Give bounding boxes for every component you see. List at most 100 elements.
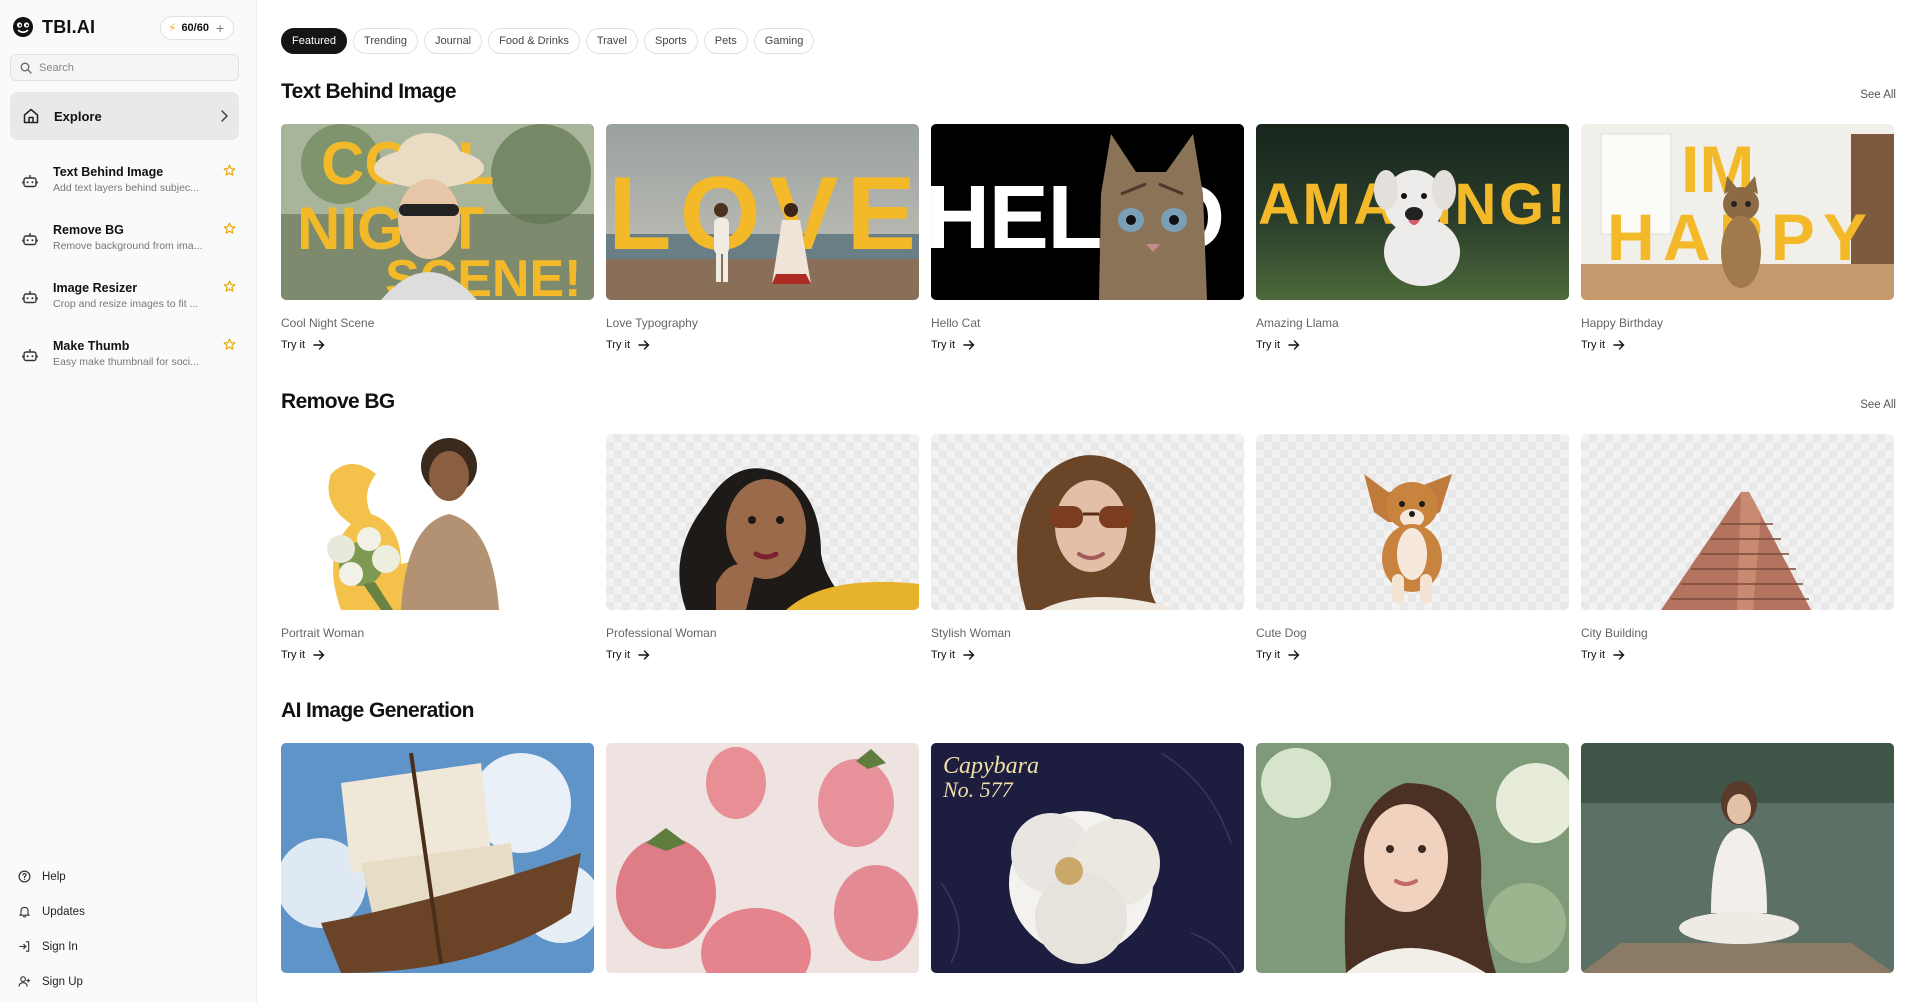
star-icon[interactable] bbox=[223, 164, 236, 177]
chip-pets[interactable]: Pets bbox=[703, 28, 748, 54]
card-title: City Building bbox=[1581, 626, 1648, 640]
sidebar-item-text-behind-image[interactable]: Text Behind Image Add text layers behind… bbox=[10, 162, 239, 208]
template-card[interactable]: IM HAPPY Happy Birthday Try it bbox=[1581, 124, 1894, 351]
card-thumbnail[interactable]: COOL NIGHT SCENE! bbox=[281, 124, 594, 300]
template-card[interactable] bbox=[606, 743, 919, 973]
star-icon[interactable] bbox=[223, 338, 236, 351]
section-title-ai-image-generation: AI Image Generation bbox=[281, 699, 474, 722]
try-it-label: Try it bbox=[1581, 339, 1606, 351]
template-card[interactable]: City Building Try it bbox=[1581, 434, 1894, 661]
bolt-icon: ⚡ bbox=[168, 21, 177, 35]
template-card[interactable]: Cute Dog Try it bbox=[1256, 434, 1569, 661]
stylish-woman-image bbox=[1017, 455, 1181, 610]
sidebar-link-updates[interactable]: Updates bbox=[10, 895, 239, 928]
template-card[interactable]: Stylish Woman Try it bbox=[931, 434, 1244, 661]
chip-trending[interactable]: Trending bbox=[353, 28, 419, 54]
try-it-button[interactable]: Try it bbox=[606, 339, 919, 351]
try-it-button[interactable]: Try it bbox=[1256, 339, 1569, 351]
woman-in-garden-image bbox=[1256, 743, 1569, 973]
try-it-button[interactable]: Try it bbox=[1581, 339, 1894, 351]
sign-in-icon bbox=[19, 941, 30, 952]
try-it-label: Try it bbox=[1256, 649, 1281, 661]
see-all-link[interactable]: See All bbox=[1860, 399, 1896, 411]
try-it-button[interactable]: Try it bbox=[606, 649, 919, 661]
chip-featured[interactable]: Featured bbox=[281, 28, 348, 54]
robot-icon bbox=[22, 233, 38, 246]
card-thumbnail[interactable] bbox=[1581, 434, 1894, 610]
search-box[interactable] bbox=[10, 54, 239, 81]
brand[interactable]: TBI.AI bbox=[12, 16, 95, 38]
template-card[interactable] bbox=[281, 743, 594, 973]
search-input[interactable] bbox=[39, 61, 229, 74]
star-icon[interactable] bbox=[223, 280, 236, 293]
tool-description: Crop and resize images to fit ... bbox=[53, 298, 199, 310]
card-thumbnail[interactable] bbox=[281, 743, 594, 973]
template-card[interactable]: LOVE Love Typography Try it bbox=[606, 124, 919, 351]
card-thumbnail[interactable] bbox=[281, 434, 594, 610]
card-thumbnail[interactable]: IM HAPPY bbox=[1581, 124, 1894, 300]
template-card[interactable] bbox=[1256, 743, 1569, 973]
sidebar-link-sign-up[interactable]: Sign Up bbox=[10, 965, 239, 998]
try-it-button[interactable]: Try it bbox=[1581, 649, 1894, 661]
credits-badge[interactable]: ⚡ 60/60 + bbox=[160, 16, 235, 40]
chip-travel[interactable]: Travel bbox=[585, 28, 638, 54]
card-thumbnail[interactable] bbox=[1581, 743, 1894, 973]
star-icon[interactable] bbox=[223, 222, 236, 235]
card-thumbnail[interactable] bbox=[606, 743, 919, 973]
try-it-label: Try it bbox=[1581, 649, 1606, 661]
card-grid-remove-bg: Portrait Woman Try it Professional Woman bbox=[281, 434, 1894, 661]
sidebar-item-explore[interactable]: Explore bbox=[10, 92, 239, 140]
chip-food-drinks[interactable]: Food & Drinks bbox=[488, 28, 580, 54]
template-card[interactable]: COOL NIGHT SCENE! Cool Night Scene Try i… bbox=[281, 124, 594, 351]
sidebar-link-help[interactable]: Help bbox=[10, 860, 239, 893]
help-circle-icon bbox=[18, 870, 31, 883]
try-it-button[interactable]: Try it bbox=[1256, 649, 1569, 661]
template-card[interactable]: Capybara No. 577 bbox=[931, 743, 1244, 973]
card-thumbnail[interactable] bbox=[606, 434, 919, 610]
card-thumbnail[interactable]: AMAZING! bbox=[1256, 124, 1569, 300]
cute-dog-image bbox=[1364, 474, 1452, 604]
card-thumbnail[interactable] bbox=[1256, 743, 1569, 973]
try-it-button[interactable]: Try it bbox=[931, 649, 1244, 661]
template-card[interactable]: AMAZING! Amazing Llama Try it bbox=[1256, 124, 1569, 351]
card-thumbnail[interactable] bbox=[931, 434, 1244, 610]
card-title: Stylish Woman bbox=[931, 626, 1011, 640]
arrow-right-icon bbox=[638, 650, 650, 660]
card-title: Professional Woman bbox=[606, 626, 717, 640]
see-all-link[interactable]: See All bbox=[1860, 89, 1896, 101]
try-it-button[interactable]: Try it bbox=[931, 339, 1244, 351]
chip-gaming[interactable]: Gaming bbox=[753, 28, 815, 54]
meditation-lake-image bbox=[1581, 743, 1894, 973]
sidebar-item-image-resizer[interactable]: Image Resizer Crop and resize images to … bbox=[10, 278, 239, 324]
thumb-text-line: Capybara bbox=[943, 753, 1039, 779]
card-thumbnail[interactable]: HELLO bbox=[931, 124, 1244, 300]
try-it-label: Try it bbox=[931, 339, 956, 351]
sign-in-label: Sign In bbox=[42, 940, 78, 953]
card-thumbnail[interactable] bbox=[1256, 434, 1569, 610]
add-credits-icon[interactable]: + bbox=[216, 20, 224, 36]
try-it-label: Try it bbox=[606, 649, 631, 661]
arrow-right-icon bbox=[1288, 650, 1300, 660]
sidebar-item-remove-bg[interactable]: Remove BG Remove background from ima... bbox=[10, 220, 239, 266]
template-card[interactable]: Professional Woman Try it bbox=[606, 434, 919, 661]
explore-label: Explore bbox=[54, 108, 102, 124]
sidebar-item-make-thumb[interactable]: Make Thumb Easy make thumbnail for soci.… bbox=[10, 336, 239, 382]
sign-up-label: Sign Up bbox=[42, 975, 83, 988]
card-title: Love Typography bbox=[606, 316, 698, 330]
try-it-button[interactable]: Try it bbox=[281, 649, 594, 661]
try-it-label: Try it bbox=[1256, 339, 1281, 351]
card-thumbnail[interactable]: LOVE bbox=[606, 124, 919, 300]
sidebar-link-sign-in[interactable]: Sign In bbox=[10, 930, 239, 963]
credits-count: 60/60 bbox=[181, 22, 209, 34]
card-thumbnail[interactable]: Capybara No. 577 bbox=[931, 743, 1244, 973]
try-it-button[interactable]: Try it bbox=[281, 339, 594, 351]
search-icon bbox=[20, 62, 32, 74]
template-card[interactable] bbox=[1581, 743, 1894, 973]
chip-sports[interactable]: Sports bbox=[643, 28, 698, 54]
card-grid-ai-image-generation: Capybara No. 577 bbox=[281, 743, 1894, 973]
card-title: Cute Dog bbox=[1256, 626, 1307, 640]
template-card[interactable]: HELLO Hello Cat Try it bbox=[931, 124, 1244, 351]
cool-night-scene-image: COOL NIGHT SCENE! bbox=[281, 124, 594, 300]
template-card[interactable]: Portrait Woman Try it bbox=[281, 434, 594, 661]
chip-journal[interactable]: Journal bbox=[424, 28, 483, 54]
